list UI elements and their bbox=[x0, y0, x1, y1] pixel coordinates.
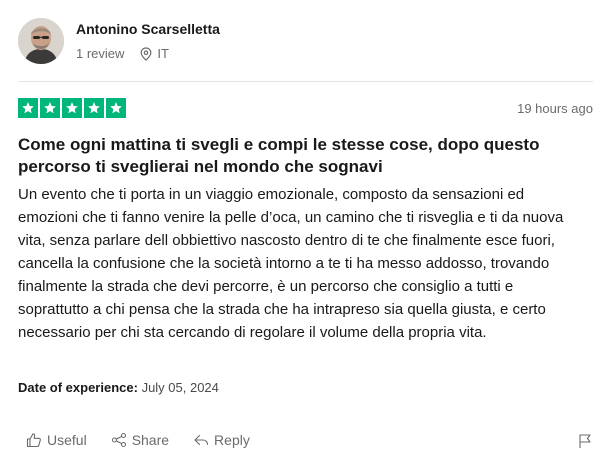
reviewer-header: Antonino Scarselletta 1 review IT bbox=[18, 17, 220, 65]
review-count: 1 review bbox=[76, 46, 125, 61]
share-label: Share bbox=[131, 432, 170, 448]
useful-label: Useful bbox=[47, 432, 87, 448]
reply-button[interactable]: Reply bbox=[193, 432, 250, 448]
date-of-experience: Date of experience: July 05, 2024 bbox=[18, 380, 219, 395]
reviewer-info: Antonino Scarselletta 1 review IT bbox=[76, 20, 220, 62]
divider bbox=[18, 81, 593, 82]
experience-date: July 05, 2024 bbox=[141, 380, 219, 395]
star-icon bbox=[18, 98, 38, 118]
review-body: Un evento che ti porta in un viaggio emo… bbox=[18, 186, 564, 341]
useful-button[interactable]: Useful bbox=[26, 432, 87, 448]
star-icon bbox=[84, 98, 104, 118]
avatar[interactable] bbox=[18, 18, 64, 64]
star-icon bbox=[40, 98, 60, 118]
flag-icon[interactable] bbox=[577, 433, 593, 449]
star-icon bbox=[62, 98, 82, 118]
reply-label: Reply bbox=[214, 432, 250, 448]
location-pin-icon bbox=[140, 47, 152, 61]
star-icon bbox=[106, 98, 126, 118]
share-button[interactable]: Share bbox=[111, 432, 169, 448]
share-icon bbox=[111, 432, 127, 448]
star-rating bbox=[18, 98, 126, 118]
reviewer-name[interactable]: Antonino Scarselletta bbox=[76, 20, 220, 38]
thumbs-up-icon bbox=[26, 432, 42, 448]
rating-row: 19 hours ago bbox=[18, 97, 593, 119]
experience-label: Date of experience: bbox=[18, 380, 138, 395]
reply-icon bbox=[193, 432, 209, 448]
reviewer-country: IT bbox=[157, 46, 169, 61]
review-title[interactable]: Come ogni mattina ti svegli e compi le s… bbox=[18, 134, 578, 178]
reviewer-meta: 1 review IT bbox=[76, 46, 220, 62]
review-actions: Useful Share Reply bbox=[26, 432, 274, 448]
review-date: 19 hours ago bbox=[517, 100, 593, 116]
